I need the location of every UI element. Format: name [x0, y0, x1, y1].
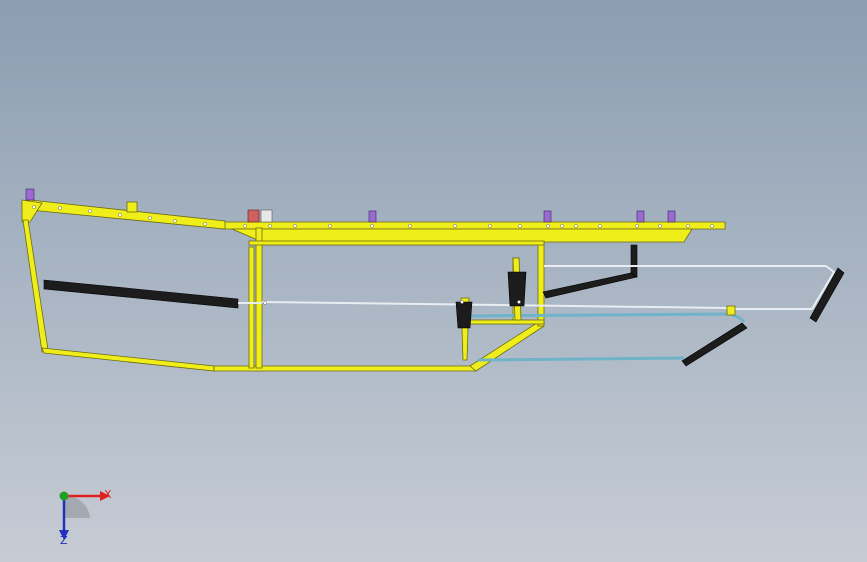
- front-sloped-beam: [21, 199, 226, 230]
- bolt-hole: [686, 224, 690, 228]
- pipe-bracket: [726, 305, 736, 316]
- bolt-hole: [560, 224, 564, 228]
- black-shock-tube: [43, 279, 262, 309]
- bolt-hole: [517, 300, 521, 304]
- bolt-hole: [32, 205, 36, 209]
- pipe-lower: [477, 356, 685, 362]
- cross-members: [248, 240, 545, 325]
- lower-crossbar-rear: [461, 319, 545, 325]
- rear-lower-roller: [681, 322, 748, 367]
- bolt-hole: [268, 224, 272, 228]
- bolt-hole: [546, 224, 550, 228]
- bolt-hole: [460, 300, 464, 304]
- bolt-hole: [263, 301, 267, 305]
- top-beam-face: [221, 221, 726, 230]
- post-middle: [255, 227, 263, 369]
- bolt-hole: [408, 224, 412, 228]
- middle-rod-line: [261, 301, 729, 309]
- clip-rear-1: [636, 210, 645, 223]
- front-bottom-rail: [41, 347, 215, 372]
- cad-viewport[interactable]: X Z Y: [0, 0, 867, 562]
- bolt-hole: [574, 224, 578, 228]
- bolt-hole: [488, 224, 492, 228]
- rear-upper-roller: [809, 267, 845, 323]
- bolt-hole: [173, 219, 177, 223]
- blue-pipe-assembly: [465, 305, 748, 367]
- clip-red-block: [247, 209, 260, 223]
- bolt-hole: [58, 206, 62, 210]
- clip-white-block: [260, 209, 273, 223]
- bracket-left-clamp: [455, 301, 473, 329]
- bolt-hole: [453, 224, 457, 228]
- top-beam-underside: [231, 228, 693, 243]
- clip-front-nose: [25, 188, 35, 201]
- upper-crossbar: [248, 240, 545, 246]
- bolt-hole: [635, 224, 639, 228]
- bolt-hole: [118, 213, 122, 217]
- bolt-hole: [658, 224, 662, 228]
- chassis-frame-drawing: [21, 188, 845, 372]
- bolt-hole: [203, 222, 207, 226]
- clip-mid-2: [543, 210, 552, 223]
- bracket-right-clamp: [507, 271, 527, 307]
- bolt-hole: [598, 224, 602, 228]
- bolt-hole: [293, 224, 297, 228]
- bolt-hole: [148, 216, 152, 220]
- angled-arm: [542, 272, 638, 299]
- triad-shading: [64, 495, 90, 518]
- bottom-main-rail: [213, 320, 545, 372]
- clip-sloped-tab: [126, 201, 138, 213]
- clip-mid-1: [368, 210, 377, 223]
- post-middle-inner: [248, 246, 255, 369]
- post-rear: [537, 241, 545, 327]
- pipe-upper: [465, 312, 731, 318]
- bolt-hole: [518, 224, 522, 228]
- triad-x-label: X: [104, 488, 112, 501]
- clip-rear-2: [667, 210, 676, 223]
- bottom-rail-kick: [469, 320, 545, 372]
- shock-tube-body: [43, 279, 239, 309]
- drop-arm: [630, 244, 638, 278]
- bolt-hole: [88, 209, 92, 213]
- bolt-hole: [328, 224, 332, 228]
- triad-y-origin: [59, 491, 69, 501]
- coordinate-triad[interactable]: X Z Y: [40, 482, 160, 552]
- top-main-beam: [221, 221, 726, 243]
- bolt-hole: [710, 224, 714, 228]
- sloped-beam-face: [21, 199, 226, 230]
- upper-rear-assembly: [542, 244, 845, 323]
- bolt-hole: [370, 224, 374, 228]
- triad-z-label: Z: [60, 534, 68, 547]
- bolt-hole: [243, 224, 247, 228]
